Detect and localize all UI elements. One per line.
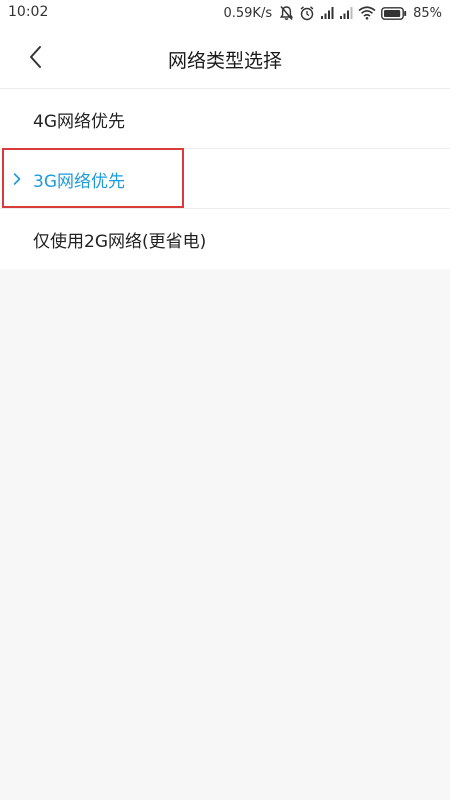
title-bar: 网络类型选择 bbox=[0, 26, 450, 89]
alarm-icon bbox=[299, 5, 315, 21]
status-bar: 10:02 0.59K/s 85% bbox=[0, 0, 450, 26]
network-speed: 0.59K/s bbox=[223, 5, 273, 21]
option-2g-only[interactable]: 仅使用2G网络(更省电) bbox=[0, 209, 450, 269]
status-icons: 0.59K/s 85% bbox=[223, 3, 442, 23]
signal-icon bbox=[339, 6, 353, 20]
status-time: 10:02 bbox=[8, 4, 49, 20]
network-type-options: 4G网络优先 3G网络优先 仅使用2G网络(更省电) bbox=[0, 89, 450, 269]
option-4g-preferred[interactable]: 4G网络优先 bbox=[0, 89, 450, 149]
wifi-icon bbox=[358, 6, 376, 20]
option-3g-preferred[interactable]: 3G网络优先 bbox=[0, 149, 450, 209]
signal-icon bbox=[320, 6, 334, 20]
chevron-right-icon bbox=[13, 173, 21, 185]
page-title: 网络类型选择 bbox=[167, 50, 282, 72]
mute-icon bbox=[279, 5, 294, 21]
battery-icon bbox=[381, 6, 407, 20]
option-label: 3G网络优先 bbox=[33, 172, 125, 192]
option-label: 仅使用2G网络(更省电) bbox=[33, 232, 207, 252]
option-label: 4G网络优先 bbox=[33, 112, 125, 132]
empty-content-area bbox=[0, 269, 450, 800]
battery-percent: 85% bbox=[413, 5, 442, 21]
